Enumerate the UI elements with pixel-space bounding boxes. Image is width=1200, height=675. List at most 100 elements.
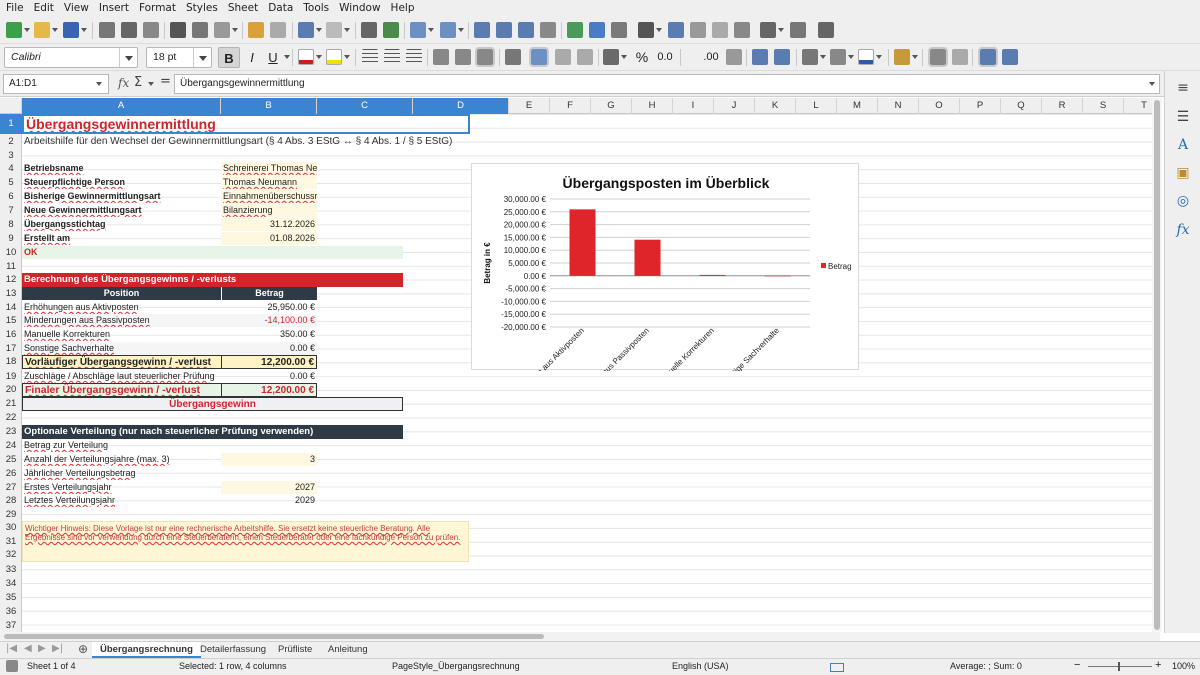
title-cell-selection[interactable]: Übergangsgewinnermittlung <box>22 114 470 134</box>
horizontal-scrollbar-thumb[interactable] <box>4 634 544 639</box>
menu-sheet[interactable]: Sheet <box>223 0 263 14</box>
align-right-icon[interactable] <box>406 49 422 65</box>
row-header-5[interactable]: 5 <box>0 176 22 190</box>
item-value-aktiv[interactable]: 25,950.00 € <box>221 301 317 314</box>
row-header-7[interactable]: 7 <box>0 204 22 218</box>
delete-decimal-icon[interactable] <box>726 49 742 65</box>
column-header-b[interactable]: B <box>221 98 317 114</box>
tab-detailerfassung[interactable]: Detailerfassung <box>192 642 274 658</box>
row-header-8[interactable]: 8 <box>0 218 22 232</box>
font-color-icon[interactable] <box>298 49 314 65</box>
borders-icon[interactable] <box>802 49 818 65</box>
column-header-j[interactable]: J <box>714 98 755 114</box>
menu-view[interactable]: View <box>59 0 94 14</box>
number-format-icon[interactable]: 0.0 <box>654 47 676 68</box>
row-header-1[interactable]: 1 <box>0 114 22 134</box>
chevron-down-icon[interactable] <box>656 28 662 32</box>
chevron-down-icon[interactable] <box>344 28 350 32</box>
freeze-rows-columns-icon[interactable] <box>760 22 776 38</box>
column-header-q[interactable]: Q <box>1001 98 1042 114</box>
new-document-icon[interactable] <box>6 22 22 38</box>
column-header-e[interactable]: E <box>509 98 550 114</box>
sort-ascending-icon[interactable] <box>496 22 512 38</box>
column-header-m[interactable]: M <box>837 98 878 114</box>
info-value-new-method[interactable]: Bilanzierung <box>221 204 317 217</box>
zoom-slider[interactable] <box>1088 666 1152 667</box>
align-left-icon[interactable] <box>362 49 378 65</box>
underline-button[interactable]: U <box>262 47 284 68</box>
formula-input[interactable]: Übergangsgewinnermittlung <box>174 74 1160 94</box>
row-header-22[interactable]: 22 <box>0 411 22 425</box>
select-all-corner[interactable] <box>0 98 22 114</box>
align-bottom-icon[interactable] <box>475 47 495 67</box>
row-header-23[interactable]: 23 <box>0 425 22 439</box>
copy-icon[interactable] <box>192 22 208 38</box>
row-header-25[interactable]: 25 <box>0 453 22 467</box>
define-print-area-icon[interactable] <box>734 22 750 38</box>
row-header-31[interactable]: 31 <box>0 535 22 549</box>
column-header-o[interactable]: O <box>919 98 960 114</box>
item-value-other[interactable]: 0.00 € <box>221 342 317 355</box>
pivot-table-icon[interactable] <box>611 22 627 38</box>
header-footer-icon[interactable] <box>712 22 728 38</box>
row-header-11[interactable]: 11 <box>0 260 22 274</box>
column-header-d[interactable]: D <box>413 98 509 114</box>
comment-icon[interactable] <box>690 22 706 38</box>
info-value-previous-method[interactable]: Einnahmenüberschussrechnung <box>221 190 317 203</box>
border-color-icon[interactable] <box>858 49 874 65</box>
chevron-down-icon[interactable] <box>848 55 854 59</box>
menu-window[interactable]: Window <box>334 0 385 14</box>
menu-styles[interactable]: Styles <box>181 0 223 14</box>
expand-formula-bar-icon[interactable] <box>1149 82 1155 86</box>
currency-format-icon[interactable] <box>603 49 619 65</box>
name-box[interactable]: A1:D1 <box>3 74 109 94</box>
column-header-h[interactable]: H <box>632 98 673 114</box>
clone-formatting-icon[interactable] <box>248 22 264 38</box>
column-header-n[interactable]: N <box>878 98 919 114</box>
tab-uebergangsrechnung[interactable]: Übergangsrechnung <box>92 642 201 658</box>
font-name-combobox[interactable]: Calibri <box>4 47 138 68</box>
row-header-6[interactable]: 6 <box>0 190 22 204</box>
print-icon[interactable] <box>121 22 137 38</box>
column-header-k[interactable]: K <box>755 98 796 114</box>
border-style-icon[interactable] <box>830 49 846 65</box>
functions-icon[interactable]: fx <box>1174 221 1192 239</box>
chevron-down-icon[interactable] <box>820 55 826 59</box>
chevron-down-icon[interactable] <box>52 28 58 32</box>
text-horizontal-icon[interactable] <box>978 47 998 67</box>
previous-sheet-icon[interactable]: ◀ <box>24 643 32 654</box>
italic-button[interactable]: I <box>241 47 263 68</box>
row-header-15[interactable]: 15 <box>0 314 22 328</box>
row-header-9[interactable]: 9 <box>0 232 22 246</box>
zoom-out-icon[interactable]: − <box>1074 659 1080 671</box>
chevron-down-icon[interactable] <box>284 55 290 59</box>
hyperlink-icon[interactable] <box>668 22 684 38</box>
row-header-2[interactable]: 2 <box>0 135 22 149</box>
chevron-down-icon[interactable] <box>193 48 211 67</box>
row-header-27[interactable]: 27 <box>0 481 22 495</box>
increase-indent-icon[interactable] <box>752 49 768 65</box>
chevron-down-icon[interactable] <box>316 55 322 59</box>
row-header-16[interactable]: 16 <box>0 328 22 342</box>
autofilter-icon[interactable] <box>540 22 556 38</box>
open-folder-icon[interactable] <box>34 22 50 38</box>
zoom-in-icon[interactable]: + <box>1155 659 1161 671</box>
column-header-s[interactable]: S <box>1083 98 1124 114</box>
menu-help[interactable]: Help <box>386 0 420 14</box>
row-header-24[interactable]: 24 <box>0 439 22 453</box>
center-vertically-icon[interactable] <box>455 49 471 65</box>
row-header-30[interactable]: 30 <box>0 521 22 535</box>
chevron-down-icon[interactable] <box>876 55 882 59</box>
font-size-combobox[interactable]: 18 pt <box>146 47 212 68</box>
info-value-created[interactable]: 01.08.2026 <box>221 232 317 245</box>
export-pdf-icon[interactable] <box>99 22 115 38</box>
last-sheet-icon[interactable]: ▶| <box>52 643 63 654</box>
row-header-32[interactable]: 32 <box>0 548 22 562</box>
add-sheet-icon[interactable]: ⊕ <box>78 642 88 656</box>
chevron-down-icon[interactable] <box>96 82 102 86</box>
zoom-slider-thumb[interactable] <box>1118 662 1120 671</box>
row-header-29[interactable]: 29 <box>0 508 22 522</box>
vertical-scrollbar[interactable] <box>1152 98 1162 632</box>
print-preview-icon[interactable] <box>143 22 159 38</box>
column-icon[interactable] <box>440 22 456 38</box>
